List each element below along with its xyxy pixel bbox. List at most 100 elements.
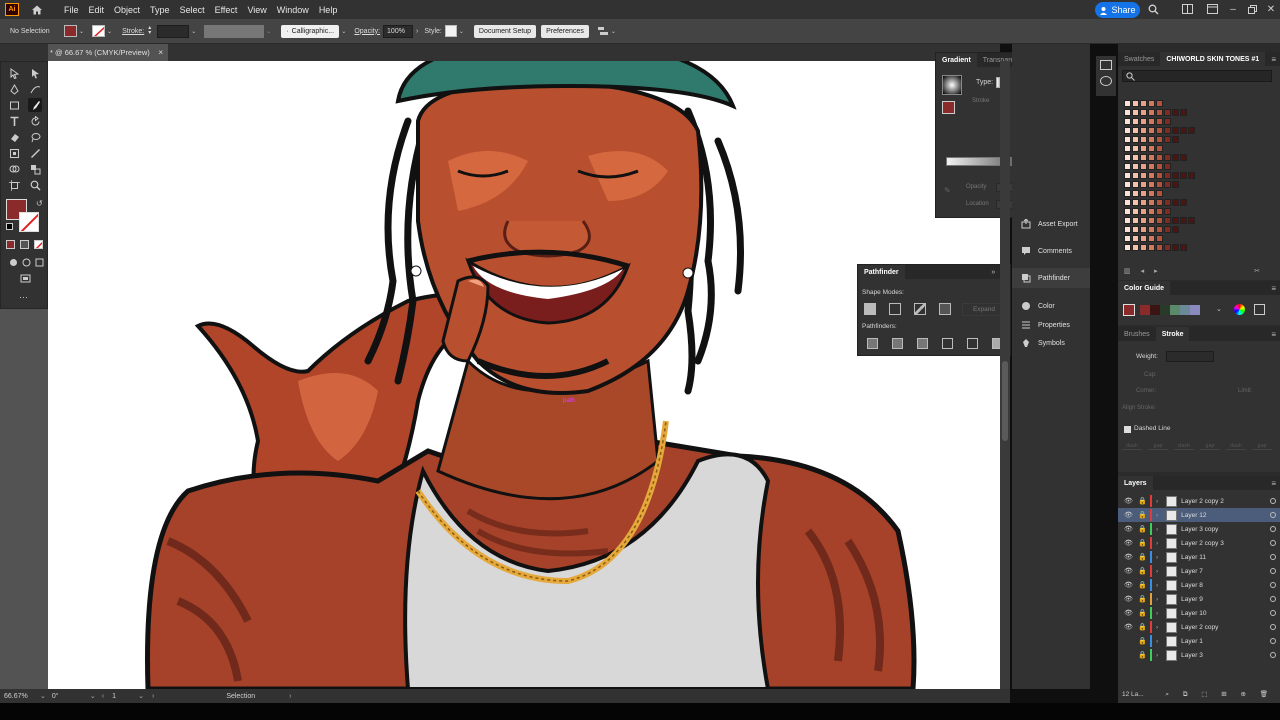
skin-tone-swatch[interactable]	[1156, 172, 1163, 179]
eye-icon[interactable]: 👁	[1124, 553, 1133, 561]
draw-inside-icon[interactable]	[32, 255, 46, 269]
chevron-down-icon[interactable]: ⌄	[138, 692, 144, 700]
skin-tone-swatch[interactable]	[1156, 244, 1163, 251]
lock-icon[interactable]: 🔒	[1138, 637, 1147, 645]
skin-tone-swatch[interactable]	[1156, 154, 1163, 161]
skin-tone-swatch[interactable]	[1156, 217, 1163, 224]
skin-tone-swatch[interactable]	[1148, 145, 1155, 152]
search-icon[interactable]	[1146, 2, 1160, 16]
arrange-icon[interactable]	[597, 25, 609, 37]
lock-icon[interactable]: 🔒	[1138, 623, 1147, 631]
chevron-down-icon[interactable]: ⌄	[341, 28, 346, 35]
skin-tone-swatch[interactable]	[1132, 163, 1139, 170]
skin-tone-swatch[interactable]	[1164, 118, 1171, 125]
swatch-library-icon[interactable]: ▥	[1124, 267, 1131, 277]
skin-tone-swatch[interactable]	[1140, 100, 1147, 107]
stroke-weight-field[interactable]	[157, 24, 190, 38]
crop-icon[interactable]	[942, 338, 953, 349]
skin-tone-swatch[interactable]	[1132, 100, 1139, 107]
layer-row[interactable]: 👁 🔒 › Layer 2 copy	[1118, 620, 1280, 634]
skin-tone-swatch[interactable]	[1124, 226, 1131, 233]
tab-brushes[interactable]: Brushes	[1118, 327, 1156, 341]
skin-tone-swatch[interactable]	[1124, 100, 1131, 107]
target-icon[interactable]	[1270, 512, 1276, 518]
intersect-icon[interactable]	[914, 303, 926, 315]
skin-tone-swatch[interactable]	[1156, 118, 1163, 125]
skin-tone-swatch[interactable]	[1140, 199, 1147, 206]
vertical-scrollbar[interactable]	[1000, 61, 1010, 689]
skin-tone-swatch[interactable]	[1124, 217, 1131, 224]
skin-tone-swatch[interactable]	[1140, 190, 1147, 197]
skin-tone-swatch[interactable]	[1148, 163, 1155, 170]
save-color-group-icon[interactable]	[1254, 304, 1265, 315]
skin-tone-swatch[interactable]	[1156, 136, 1163, 143]
stroke-label[interactable]: Stroke:	[122, 28, 144, 35]
layer-row[interactable]: 👁 🔒 › Layer 11	[1118, 550, 1280, 564]
artboard-tool-icon[interactable]	[7, 178, 21, 192]
collapse-panel-icon[interactable]: »	[991, 269, 995, 276]
skin-tone-swatch[interactable]	[1172, 172, 1179, 179]
fill-swatch[interactable]	[64, 25, 77, 37]
tab-pathfinder[interactable]: Pathfinder	[858, 265, 905, 279]
close-window-icon[interactable]: ✕	[1264, 2, 1278, 16]
layer-row[interactable]: 👁 🔒 › Layer 2 copy 2	[1118, 494, 1280, 508]
lock-icon[interactable]: 🔒	[1138, 595, 1147, 603]
eye-icon[interactable]: 👁	[1124, 497, 1133, 505]
scrollbar-thumb[interactable]	[1002, 361, 1008, 441]
minimize-icon[interactable]: –	[1226, 2, 1240, 16]
artboard-canvas[interactable]: path	[48, 61, 1000, 689]
arrange-documents-icon[interactable]	[1180, 2, 1194, 16]
skin-tone-swatch[interactable]	[1132, 127, 1139, 134]
skin-tone-swatch[interactable]	[1148, 172, 1155, 179]
prev-artboard-icon[interactable]: ‹	[102, 693, 104, 700]
chevron-right-icon[interactable]: ›	[1156, 512, 1158, 519]
panel-menu-icon[interactable]: ≡	[1271, 55, 1276, 64]
layer-row[interactable]: 👁 🔒 › Layer 10	[1118, 606, 1280, 620]
eraser-tool-icon[interactable]	[7, 130, 21, 144]
chevron-right-icon[interactable]: ›	[1156, 582, 1158, 589]
skin-tone-swatch[interactable]	[1132, 217, 1139, 224]
layer-row[interactable]: 👁 🔒 › Layer 3 copy	[1118, 522, 1280, 536]
stroke-color-swatch[interactable]	[19, 212, 39, 232]
tab-layers[interactable]: Layers	[1118, 476, 1153, 490]
rotate-tool-icon[interactable]	[28, 114, 42, 128]
dock-pathfinder[interactable]: Pathfinder	[1012, 268, 1090, 288]
menu-effect[interactable]: Effect	[210, 5, 243, 15]
target-icon[interactable]	[1270, 554, 1276, 560]
target-icon[interactable]	[1270, 638, 1276, 644]
skin-tone-swatch[interactable]	[1156, 190, 1163, 197]
rotation-value[interactable]: 0°	[52, 693, 86, 700]
skin-tone-swatch[interactable]	[1132, 208, 1139, 215]
minus-front-icon[interactable]	[889, 303, 901, 315]
tab-stroke[interactable]: Stroke	[1155, 327, 1190, 341]
share-button[interactable]: Share	[1095, 2, 1140, 18]
skin-tone-swatch[interactable]	[1172, 154, 1179, 161]
skin-tone-swatch[interactable]	[1140, 217, 1147, 224]
skin-tone-swatch[interactable]	[1148, 154, 1155, 161]
skin-tone-swatch[interactable]	[1124, 118, 1131, 125]
skin-tone-swatch[interactable]	[1180, 172, 1187, 179]
chevron-right-icon[interactable]: ›	[1156, 652, 1158, 659]
skin-tone-swatch[interactable]	[1124, 244, 1131, 251]
skin-tone-swatch[interactable]	[1164, 109, 1171, 116]
skin-tone-swatch[interactable]	[1156, 199, 1163, 206]
chevron-down-icon[interactable]: ⌄	[90, 692, 96, 700]
chevron-right-icon[interactable]: ›	[416, 28, 418, 35]
skin-tone-swatch[interactable]	[1188, 127, 1195, 134]
layer-row[interactable]: 👁 🔒 › Layer 12	[1118, 508, 1280, 522]
skin-tone-swatch[interactable]	[1148, 199, 1155, 206]
type-tool-icon[interactable]	[7, 114, 21, 128]
horizontal-scrollbar[interactable]	[340, 692, 1000, 700]
skin-tone-swatch[interactable]	[1124, 136, 1131, 143]
layer-row[interactable]: 👁 🔒 › Layer 7	[1118, 564, 1280, 578]
eye-icon[interactable]: 👁	[1124, 567, 1133, 575]
chevron-right-icon[interactable]: ›	[1156, 624, 1158, 631]
skin-tone-swatch[interactable]	[1124, 145, 1131, 152]
skin-tone-swatch[interactable]	[1124, 163, 1131, 170]
skin-tone-swatch[interactable]	[1140, 226, 1147, 233]
layer-row[interactable]: 🔒 › Layer 1	[1118, 634, 1280, 648]
skin-tone-swatch[interactable]	[1148, 226, 1155, 233]
variable-width-profile[interactable]	[204, 24, 265, 38]
dock-properties[interactable]: Properties	[1012, 315, 1090, 335]
skin-tone-swatch[interactable]	[1148, 190, 1155, 197]
